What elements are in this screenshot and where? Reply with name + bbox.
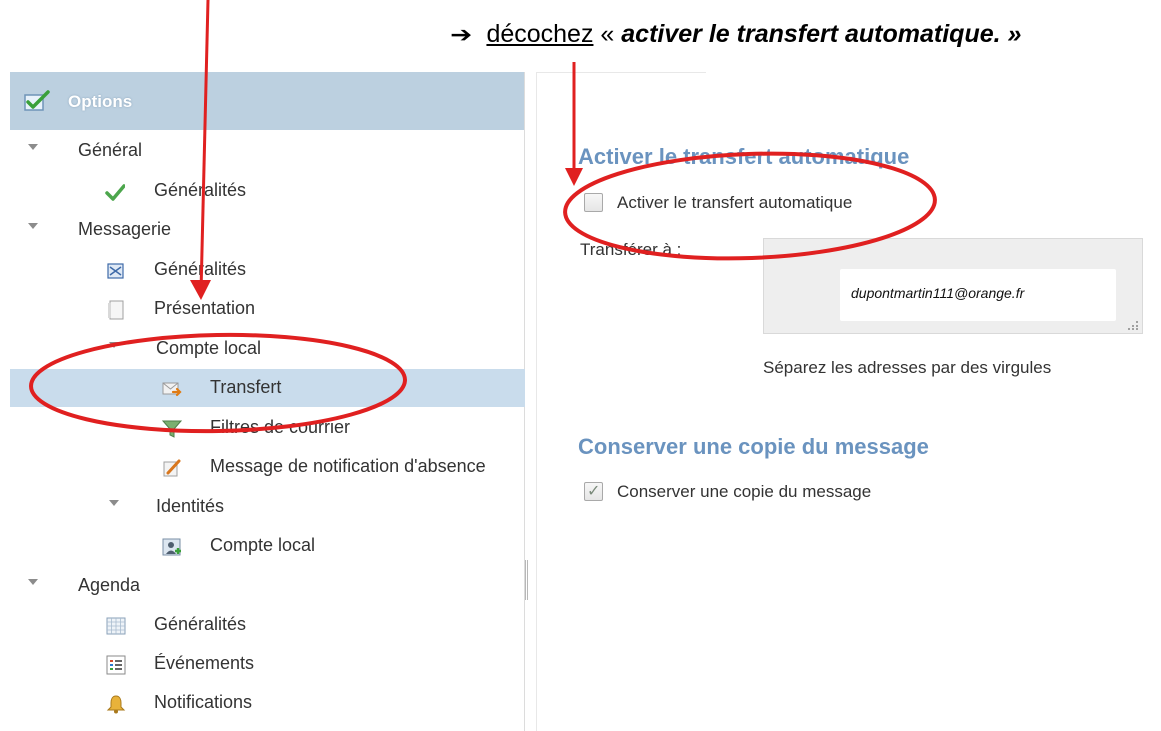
forward-to-label: Transférer à : (580, 240, 682, 259)
address-separator-hint: Séparez les adresses par des virgules (763, 358, 1052, 377)
expand-arrow-icon[interactable] (109, 342, 119, 348)
tree-item-identities[interactable]: Identités (10, 488, 525, 526)
tree-item-identity-local-account[interactable]: Compte local (10, 527, 525, 565)
tree-item-label: Présentation (154, 298, 256, 318)
tree-item-label: Identités (156, 496, 225, 516)
options-check-icon (24, 90, 50, 111)
checkmark-icon: ✓ (587, 483, 601, 500)
tree-item-absence-notice[interactable]: Message de notification d'absence (10, 448, 525, 486)
tree-item-events[interactable]: Événements (10, 645, 525, 683)
tree-item-label: Message de notification d'absence (210, 456, 486, 476)
tree-item-local-account[interactable]: Compte local (10, 330, 525, 368)
autoforward-checkbox-label[interactable]: Activer le transfert automatique (617, 193, 852, 213)
pencil-note-icon (163, 459, 181, 477)
quote-close: » (1007, 20, 1022, 48)
instruction-quoted-text: activer le transfert automatique. (621, 20, 1001, 48)
keep-copy-checkbox[interactable]: ✓ (584, 482, 603, 501)
autoforward-section-title: Activer le transfert automatique (578, 144, 910, 169)
tree-item-agenda-general[interactable]: Généralités (10, 606, 525, 644)
panel-divider (536, 72, 537, 731)
keep-copy-checkbox-label[interactable]: Conserver une copie du message (617, 482, 871, 502)
tree-item-label: Général (78, 140, 143, 160)
tree-item-label: Compte local (156, 338, 262, 358)
quote-open: « (600, 20, 615, 48)
tree-item-label: Généralités (154, 614, 247, 634)
tree-item-label: Événements (154, 653, 255, 673)
annotation-arrowhead-right (565, 168, 583, 186)
list-icon (106, 655, 126, 675)
bell-icon (106, 695, 126, 714)
tree-item-general-settings[interactable]: Généralités (10, 172, 525, 210)
expand-arrow-icon[interactable] (28, 144, 38, 150)
tree-item-label: Généralités (154, 180, 247, 200)
tree-item-label: Messagerie (78, 219, 172, 239)
tree-item-label: Filtres de courrier (210, 417, 351, 437)
sidebar-header: Options (10, 72, 524, 130)
tree-item-agenda[interactable]: Agenda (10, 567, 525, 605)
tree-item-transfert[interactable]: Transfert (10, 369, 525, 407)
forward-to-value: dupontmartin111@orange.fr (851, 285, 1025, 301)
tree-item-presentation[interactable]: Présentation (10, 290, 525, 328)
tree-item-label: Notifications (154, 692, 253, 712)
tree-item-mail-general[interactable]: Généralités (10, 251, 525, 289)
forward-mail-icon (162, 382, 182, 397)
tree-item-mail-filters[interactable]: Filtres de courrier (10, 409, 525, 447)
splitter-handle[interactable] (525, 560, 528, 600)
calendar-grid-icon (106, 617, 126, 635)
tree-item-notifications[interactable]: Notifications (10, 684, 525, 722)
expand-arrow-icon[interactable] (28, 579, 38, 585)
tree-item-general[interactable]: Général (10, 132, 525, 170)
panel-top-border (536, 72, 706, 73)
green-check-icon (105, 184, 125, 201)
expand-arrow-icon[interactable] (109, 500, 119, 506)
tree-item-messagerie[interactable]: Messagerie (10, 211, 525, 249)
page-icon (108, 300, 124, 320)
mail-settings-icon (107, 263, 124, 279)
identity-icon (162, 538, 181, 556)
keep-copy-section-title: Conserver une copie du message (578, 434, 929, 459)
resize-grip-icon[interactable] (1127, 320, 1139, 330)
right-arrow-icon: ➔ (450, 22, 473, 47)
tree-item-label: Transfert (210, 377, 282, 397)
funnel-icon (162, 420, 182, 438)
autoforward-checkbox[interactable] (584, 193, 603, 212)
instruction-verb: décochez (486, 20, 594, 48)
expand-arrow-icon[interactable] (28, 223, 38, 229)
instruction-caption: ➔ décochez « activer le transfert automat… (450, 20, 1022, 49)
sidebar-title: Options (68, 92, 133, 111)
tree-item-label: Compte local (210, 535, 316, 555)
tree-item-label: Agenda (78, 575, 141, 595)
tree-item-label: Généralités (154, 259, 247, 279)
